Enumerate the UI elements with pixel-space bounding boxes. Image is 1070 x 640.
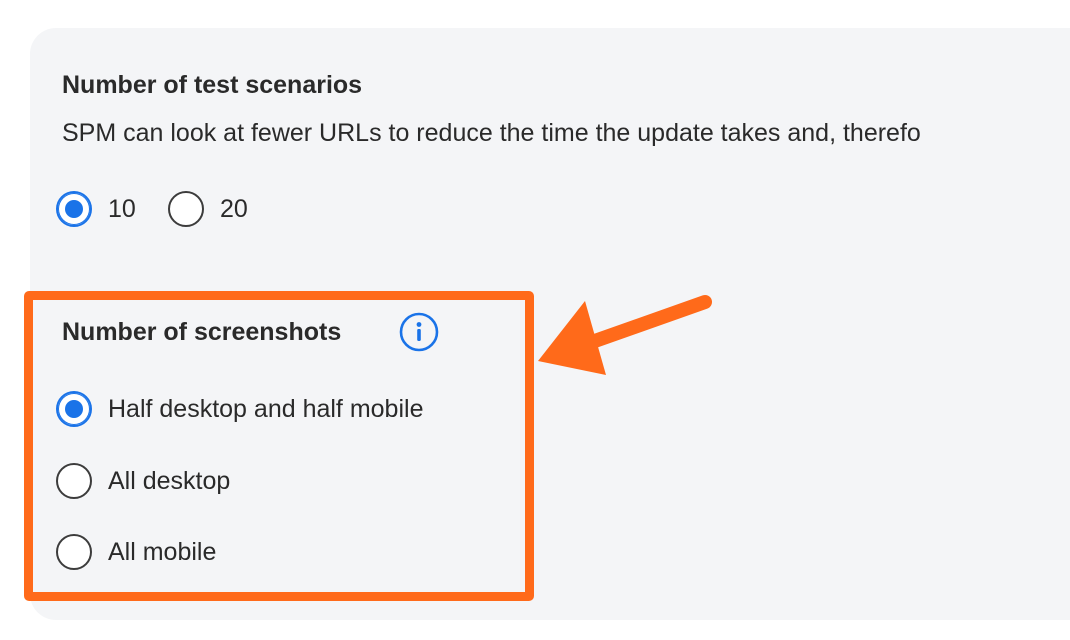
- radio-option-20[interactable]: 20: [168, 189, 248, 229]
- radio-button-10[interactable]: [56, 191, 92, 227]
- radio-button-half-desktop-half-mobile[interactable]: [56, 391, 92, 427]
- radio-option-all-desktop[interactable]: All desktop: [56, 461, 230, 501]
- radio-option-all-mobile[interactable]: All mobile: [56, 532, 216, 572]
- radio-button-all-mobile[interactable]: [56, 534, 92, 570]
- radio-label-all-desktop: All desktop: [108, 466, 231, 495]
- test-scenarios-description: SPM can look at fewer URLs to reduce the…: [62, 119, 921, 147]
- screenshots-title: Number of screenshots: [62, 318, 342, 346]
- radio-option-half-desktop-half-mobile[interactable]: Half desktop and half mobile: [56, 389, 423, 429]
- info-circle-icon[interactable]: [399, 312, 439, 352]
- radio-label-half-desktop-half-mobile: Half desktop and half mobile: [108, 394, 424, 423]
- test-scenarios-title: Number of test scenarios: [62, 71, 363, 99]
- radio-label-20: 20: [220, 194, 248, 223]
- radio-label-all-mobile: All mobile: [108, 537, 217, 566]
- radio-button-all-desktop[interactable]: [56, 463, 92, 499]
- radio-label-10: 10: [108, 194, 136, 223]
- radio-button-20[interactable]: [168, 191, 204, 227]
- radio-option-10[interactable]: 10: [56, 189, 136, 229]
